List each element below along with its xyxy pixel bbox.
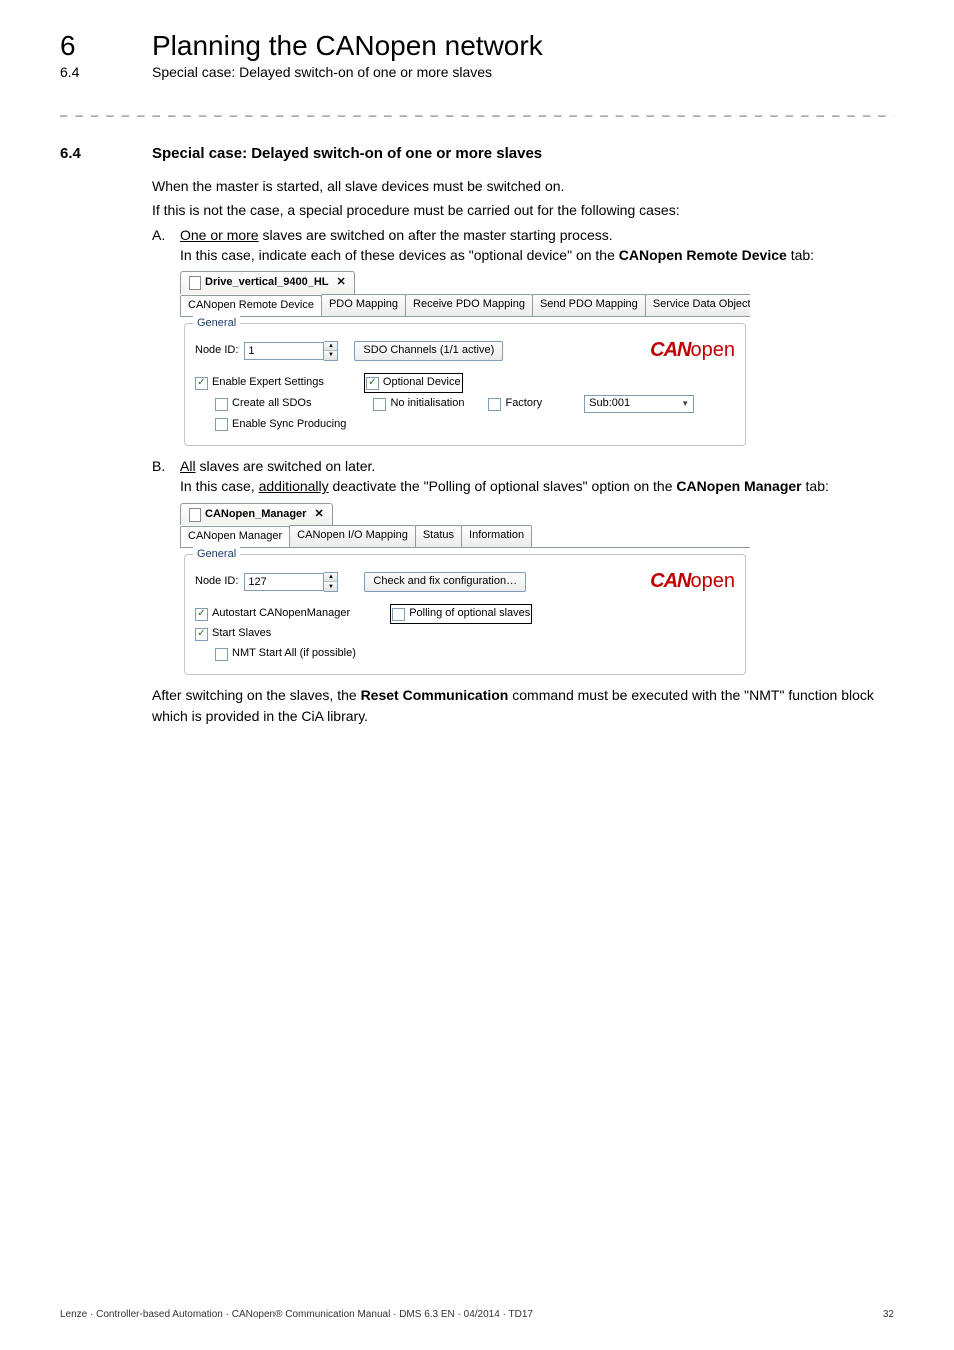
checkbox-optional-device[interactable]: ✓Optional Device [366,375,461,391]
divider: _ _ _ _ _ _ _ _ _ _ _ _ _ _ _ _ _ _ _ _ … [60,102,894,117]
group-title-general: General [193,547,240,563]
text: tab: [787,247,814,263]
tab-drive-vertical[interactable]: Drive_vertical_9400_HL ✕ [180,271,355,294]
spinner-buttons[interactable]: ▲▼ [324,341,338,361]
text-underline: One or more [180,227,259,243]
tab-label: Drive_vertical_9400_HL [205,275,329,291]
text-bold: CANopen Manager [676,478,801,494]
tab-service-data-object[interactable]: Service Data Object [645,294,750,316]
label-node-id: Node ID: [195,574,238,590]
list-marker: B. [152,456,180,681]
paragraph: If this is not the case, a special proce… [152,200,894,220]
text: deactivate the "Polling of optional slav… [329,478,677,494]
subsection-title-top: Special case: Delayed switch-on of one o… [152,64,492,80]
canopen-logo: CANopen [650,336,735,365]
screenshot-canopen-manager: CANopen_Manager ✕ CANopen Manager CANope… [180,503,750,676]
tab-canopen-manager-file[interactable]: CANopen_Manager ✕ [180,503,333,526]
node-id-input[interactable]: 1 [244,342,324,360]
chapter-number: 6 [60,30,152,62]
checkbox-polling-optional-slaves[interactable]: Polling of optional slaves [392,606,530,622]
tab-canopen-manager[interactable]: CANopen Manager [180,526,290,548]
tab-receive-pdo-mapping[interactable]: Receive PDO Mapping [405,294,533,316]
tab-send-pdo-mapping[interactable]: Send PDO Mapping [532,294,646,316]
tab-information[interactable]: Information [461,525,532,547]
label-node-id: Node ID: [195,343,238,359]
sub-combo[interactable]: Sub:001▼ [584,395,694,413]
chapter-title: Planning the CANopen network [152,30,543,62]
checkbox-no-initialisation[interactable]: No initialisation [373,396,464,412]
checkbox-nmt-start-all[interactable]: NMT Start All (if possible) [215,646,356,662]
sdo-channels-button[interactable]: SDO Channels (1/1 active) [354,341,503,361]
text-bold: Reset Communication [361,687,509,703]
close-icon[interactable]: ✕ [337,275,346,291]
section-number: 6.4 [60,145,152,162]
text: In this case, [180,478,259,494]
checkbox-start-slaves[interactable]: ✓Start Slaves [195,626,271,642]
text: slaves are switched on later. [196,458,376,474]
canopen-logo: CANopen [650,567,735,596]
node-id-input[interactable]: 127 [244,573,324,591]
checkbox-factory[interactable]: Factory [488,396,542,412]
check-fix-config-button[interactable]: Check and fix configuration… [364,572,526,592]
text: slaves are switched on after the master … [259,227,613,243]
tab-label: CANopen_Manager [205,507,306,523]
group-title-general: General [193,316,240,332]
page-number: 32 [883,1309,894,1320]
spinner-buttons[interactable]: ▲▼ [324,572,338,592]
tab-canopen-io-mapping[interactable]: CANopen I/O Mapping [289,525,416,547]
close-icon[interactable]: ✕ [314,507,323,523]
footer-text: Lenze · Controller-based Automation · CA… [60,1309,533,1320]
checkbox-autostart-canopenmanager[interactable]: ✓Autostart CANopenManager [195,606,350,622]
tab-pdo-mapping[interactable]: PDO Mapping [321,294,406,316]
screenshot-remote-device: Drive_vertical_9400_HL ✕ CANopen Remote … [180,271,750,446]
text-underline: All [180,458,196,474]
paragraph: After switching on the slaves, the Reset… [152,685,894,726]
list-item-b: B. All slaves are switched on later. In … [152,456,894,681]
paragraph: When the master is started, all slave de… [152,176,894,196]
list-marker: A. [152,225,180,452]
text: In this case, indicate each of these dev… [180,247,619,263]
subsection-number-top: 6.4 [60,64,152,80]
checkbox-enable-sync-producing[interactable]: Enable Sync Producing [215,417,346,433]
text: tab: [802,478,829,494]
text-underline: additionally [259,478,329,494]
checkbox-enable-expert-settings[interactable]: ✓Enable Expert Settings [195,375,324,391]
tab-canopen-remote-device[interactable]: CANopen Remote Device [180,295,322,317]
tab-status[interactable]: Status [415,525,462,547]
checkbox-create-all-sdos[interactable]: Create all SDOs [215,396,311,412]
list-item-a: A. One or more slaves are switched on af… [152,225,894,452]
section-title: Special case: Delayed switch-on of one o… [152,145,542,162]
text-bold: CANopen Remote Device [619,247,787,263]
